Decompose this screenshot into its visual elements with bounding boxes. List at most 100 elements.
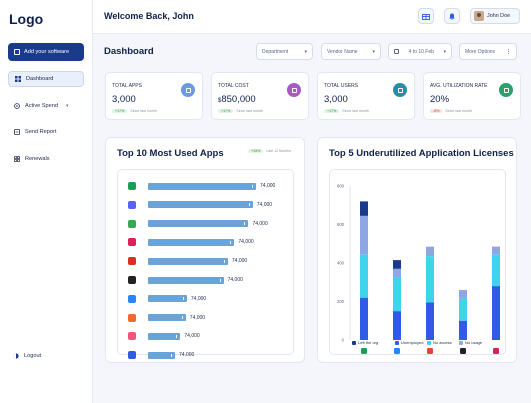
kpi-label: TOTAL APPS [112,83,142,89]
bar-row: 74,000 [128,256,247,266]
stacked-bar-chart: 0 200 400 600 800 [337,184,500,354]
stack-segment [492,254,500,287]
date-range-picker[interactable]: 4 to 10 Feb ▾ [388,43,452,60]
kpi-number: 850,000 [221,94,256,105]
legend-label: No access [433,340,452,345]
bar-row: 74,000 [128,275,243,285]
logout-icon [13,353,19,359]
welcome-heading: Welcome Back, John [104,11,194,21]
jira-icon [128,351,136,360]
legend-item: Unemployed [395,340,423,345]
logout-button[interactable]: Logout [13,353,41,359]
kpi-delta: -8% Since last month [430,109,472,113]
bar-row: 74,000 [128,219,268,229]
user-menu[interactable]: John Doe [470,8,520,24]
underutilized-card: Top 5 Underutilized Application Licenses… [317,137,517,363]
stack-segment [360,201,368,216]
bar-mark [148,332,181,340]
underutilized-title: Top 5 Underutilized Application Licenses [329,148,514,159]
vendor-select[interactable]: Vendor Name ▾ [321,43,381,60]
kpi-delta: +17% Since last month [112,109,157,113]
top-apps-trend: +15% Last 12 Months [248,149,291,153]
discord-icon [128,200,136,209]
mailchimp-icon [128,276,136,284]
y-tick-label: 0 [342,338,345,343]
department-select-value: Department [262,48,289,55]
bar-row: 74,000 [128,237,254,247]
renewals-icon [14,156,20,162]
money-icon [287,83,301,97]
sidebar-item-send-report[interactable]: Send Report [8,124,84,140]
top-apps-title: Top 10 Most Used Apps [117,148,224,159]
calendar-icon [394,49,399,54]
legend-item: No access [427,340,452,345]
trend-badge: +15% [248,149,264,153]
notifications-button[interactable] [444,8,460,24]
bar-mark [148,182,256,190]
legend-label: No usage [465,340,483,345]
sidebar-item-label: Send Report [25,129,57,135]
bar-value-label: 74,000 [252,220,268,227]
bar-value-label: 74,000 [231,258,248,265]
bar-mark [148,201,253,209]
gift-icon [422,14,430,20]
legend-swatch [395,340,399,345]
kpi-card: TOTAL COST $850,000 +17% Since last month [211,72,309,120]
slack-icon [493,348,499,354]
bar-mark [148,276,224,284]
department-select[interactable]: Department ▾ [256,43,313,60]
bar-value-label: 74,000 [227,277,243,283]
kpi-delta-note: Since last month [342,109,369,113]
legend-item: Left the org [352,340,378,345]
stack-segment [459,289,467,299]
bar-row: 74,000 [128,200,272,210]
stack-segment [426,302,434,340]
kpi-delta: +17% Since last month [324,109,369,113]
topbar: Welcome Back, John John Doe [93,0,531,34]
sidebar-item-dashboard[interactable]: Dashboard [8,71,84,87]
bar-row: 74,000 [128,313,205,323]
google-drive-icon [128,219,136,228]
stack-segment [360,215,368,255]
bar-row: 74,000 [128,294,206,304]
kpi-value: 3,000 [324,94,348,105]
kpi-value: 3,000 [112,94,136,105]
google-sheets-icon [128,182,136,190]
top-apps-chart: 74,000 74,000 74,000 74,000 74,000 74,000 74,0… [117,169,294,360]
bar-mark [148,295,187,303]
apps-button[interactable] [418,8,434,24]
sidebar-item-active-spend[interactable]: Active Spend ▾ [8,98,84,114]
stack-segment [492,286,500,340]
kpi-label: AVG. UTILIZATION RATE [430,83,488,89]
vendor-select-value: Vendor Name [327,48,358,55]
bar-row: 74,000 [128,331,200,341]
legend-label: Left the org [358,340,379,345]
underutilized-chart: 0 200 400 600 800 [329,169,506,355]
bar-row: 74,000 [128,350,194,360]
legend-label: Unemployed [401,340,424,345]
bar-mark [148,257,228,265]
bar-mark [148,314,186,322]
stack-segment [393,277,401,312]
report-icon [14,129,20,135]
legend-item: No usage [459,340,482,345]
stack-segment [393,260,401,269]
sidebar-item-label: Active Spend [25,103,58,109]
unknown-orange-icon [128,313,136,322]
kpi-delta-badge: +17% [218,109,234,113]
add-software-button[interactable]: Add your software [8,43,84,61]
chevron-down-icon: ▾ [372,48,375,55]
trend-note: Last 12 Months [266,149,291,153]
chart-icon [499,83,513,97]
kpi-card: TOTAL APPS 3,000 +17% Since last month [105,72,203,120]
more-options-button[interactable]: More Options ⋮ [459,43,517,60]
slack-icon [128,238,136,247]
bar-mark [148,220,249,228]
sidebar-item-renewals[interactable]: Renewals [8,151,84,167]
kpi-delta-note: Since last month [445,109,472,113]
more-options-label: More Options [465,48,496,55]
bar-value-label: 74,000 [189,314,206,321]
add-software-icon [14,49,20,55]
logo: Logo [9,11,44,27]
y-tick-label: 800 [337,184,345,189]
